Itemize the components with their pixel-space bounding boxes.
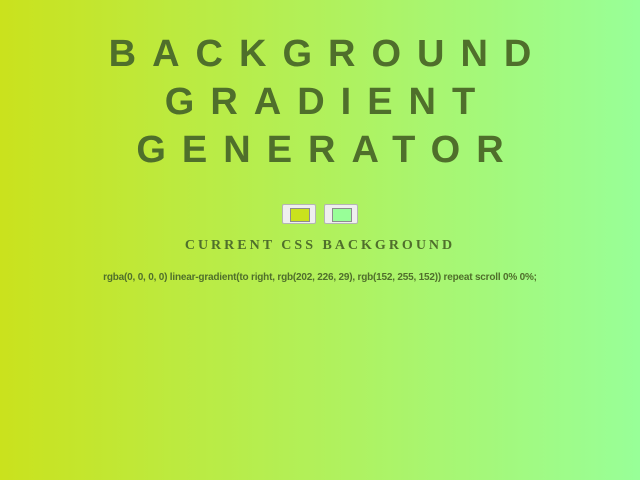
title-line-2: Generator <box>136 129 520 171</box>
color-pickers <box>0 204 640 224</box>
color-picker-1[interactable] <box>282 204 316 224</box>
color-swatch-2 <box>332 208 352 222</box>
page: Background Gradient Generator Current CS… <box>0 0 640 480</box>
css-background-value: rgba(0, 0, 0, 0) linear-gradient(to righ… <box>103 272 537 283</box>
color-swatch-1 <box>290 208 310 222</box>
title-line-1: Background Gradient <box>108 33 548 123</box>
page-title: Background Gradient Generator <box>0 0 640 174</box>
color-picker-2[interactable] <box>324 204 358 224</box>
css-background-heading: Current CSS Background <box>184 238 456 253</box>
